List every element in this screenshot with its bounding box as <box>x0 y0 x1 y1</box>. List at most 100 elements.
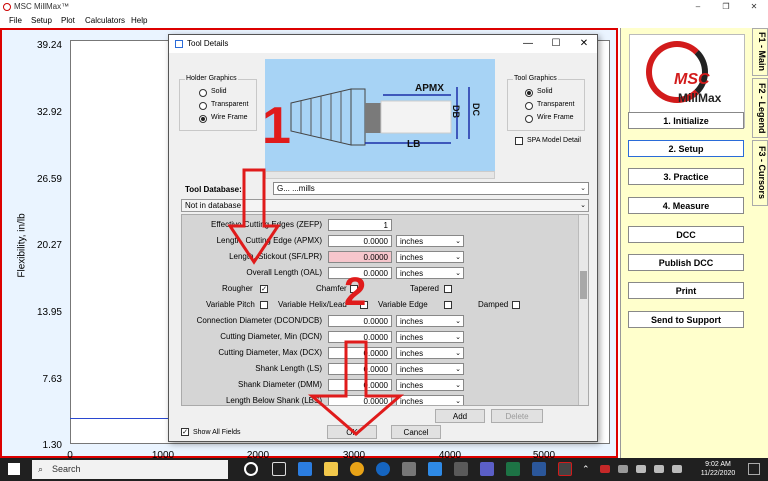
initialize-button[interactable]: 1. Initialize <box>628 112 744 129</box>
rougher-checkbox[interactable]: ✓ <box>260 285 268 293</box>
dcn-unit-select[interactable]: inches ⌄ <box>396 331 464 343</box>
chevron-down-icon: ⌄ <box>580 185 586 192</box>
dcon-unit-select[interactable]: inches ⌄ <box>396 315 464 327</box>
variable-helix-checkbox[interactable] <box>360 301 368 309</box>
damped-checkbox[interactable] <box>512 301 520 309</box>
teams-icon[interactable] <box>480 462 494 476</box>
network-icon[interactable] <box>636 465 646 473</box>
browser-icon[interactable] <box>376 462 390 476</box>
ls-input[interactable]: 0.0000 <box>328 363 392 375</box>
publish-dcc-button[interactable]: Publish DCC <box>628 254 744 271</box>
tab-legend[interactable]: F2 - Legend <box>752 78 768 138</box>
taskbar-clock[interactable]: 9:02 AM 11/22/2020 <box>696 460 740 478</box>
delete-button[interactable]: Delete <box>491 409 543 423</box>
app-icon[interactable] <box>454 462 468 476</box>
unit-value: inches <box>400 269 424 278</box>
clock-time: 9:02 AM <box>705 461 731 468</box>
menu-plot[interactable]: Plot <box>61 14 75 28</box>
lbs-input[interactable]: 0.0000 <box>328 395 392 405</box>
scroll-thumb[interactable] <box>580 271 587 299</box>
tool-transparent-radio[interactable] <box>525 102 533 110</box>
minimize-button[interactable]: – <box>684 0 712 14</box>
tool-database-select[interactable]: G... ...mills ⌄ <box>273 182 589 195</box>
menu-help[interactable]: Help <box>131 14 147 28</box>
variable-helix-label: Variable Helix/Lead <box>278 300 347 309</box>
wifi-icon[interactable] <box>654 465 664 473</box>
lbs-unit-select[interactable]: inches ⌄ <box>396 395 464 405</box>
chevron-down-icon: ⌄ <box>455 334 461 341</box>
tapered-checkbox[interactable] <box>444 285 452 293</box>
cortana-icon[interactable] <box>244 462 258 476</box>
variable-pitch-checkbox[interactable] <box>260 301 268 309</box>
taskbar-search[interactable]: ⌕ Search <box>32 460 228 479</box>
cancel-button[interactable]: Cancel <box>391 425 441 439</box>
excel-icon[interactable] <box>506 462 520 476</box>
variable-edge-checkbox[interactable] <box>444 301 452 309</box>
holder-solid-radio[interactable] <box>199 89 207 97</box>
chevron-down-icon: ⌄ <box>455 366 461 373</box>
dcon-input[interactable]: 0.0000 <box>328 315 392 327</box>
tool-solid-radio[interactable] <box>525 89 533 97</box>
edge-icon[interactable] <box>298 462 312 476</box>
dialog-maximize-button[interactable]: ☐ <box>543 35 569 53</box>
chevron-up-icon[interactable]: ⌃ <box>582 464 590 475</box>
dialog-minimize-button[interactable]: — <box>515 35 541 53</box>
show-all-fields-checkbox[interactable]: ✓ <box>181 428 189 436</box>
practice-button[interactable]: 3. Practice <box>628 168 744 185</box>
holder-wireframe-radio[interactable] <box>199 115 207 123</box>
close-button[interactable]: ✕ <box>740 0 768 14</box>
dcx-unit-select[interactable]: inches ⌄ <box>396 347 464 359</box>
task-view-icon[interactable] <box>272 462 286 476</box>
menu-calculators[interactable]: Calculators <box>85 14 125 28</box>
spa-model-detail-checkbox[interactable] <box>515 137 523 145</box>
millmax-taskbar-icon[interactable] <box>558 462 572 476</box>
dialog-close-button[interactable]: ✕ <box>571 35 597 53</box>
dmm-unit-select[interactable]: inches ⌄ <box>396 379 464 391</box>
chevron-down-icon: ⌄ <box>455 270 461 277</box>
holder-transparent-radio[interactable] <box>199 102 207 110</box>
holder-solid-label: Solid <box>211 88 227 95</box>
notification-icon[interactable] <box>748 463 760 475</box>
app-icon[interactable] <box>428 462 442 476</box>
zefp-input[interactable]: 1 <box>328 219 392 231</box>
volume-icon[interactable] <box>672 465 682 473</box>
tab-cursors[interactable]: F3 - Cursors <box>752 140 768 206</box>
add-button[interactable]: Add <box>435 409 485 423</box>
dcc-button[interactable]: DCC <box>628 226 744 243</box>
maximize-button[interactable]: ❐ <box>712 0 740 14</box>
tray-icon[interactable] <box>618 465 628 473</box>
clock-date: 11/22/2020 <box>700 470 736 477</box>
dcx-input[interactable]: 0.0000 <box>328 347 392 359</box>
menu-file[interactable]: File <box>9 14 22 28</box>
ok-button[interactable]: OK <box>327 425 377 439</box>
property-scrollbar[interactable] <box>578 215 588 405</box>
print-button[interactable]: Print <box>628 282 744 299</box>
search-placeholder: Search <box>52 464 81 474</box>
row-label: Cutting Diameter, Max (DCX) <box>218 348 322 357</box>
stickout-unit-select[interactable]: inches ⌄ <box>396 251 464 263</box>
dcn-input[interactable]: 0.0000 <box>328 331 392 343</box>
send-to-support-button[interactable]: Send to Support <box>628 311 744 328</box>
not-in-database-select[interactable]: Not in database ⌄ <box>181 199 589 212</box>
windows-start-icon[interactable] <box>8 463 20 475</box>
oal-input[interactable]: 0.0000 <box>328 267 392 279</box>
settings-icon[interactable] <box>402 462 416 476</box>
preview-scrollbar[interactable] <box>265 171 495 179</box>
menu-setup[interactable]: Setup <box>31 14 52 28</box>
tool-wireframe-radio[interactable] <box>525 115 533 123</box>
holder-transparent-label: Transparent <box>211 101 249 108</box>
measure-button[interactable]: 4. Measure <box>628 197 744 214</box>
dmm-input[interactable]: 0.0000 <box>328 379 392 391</box>
file-explorer-icon[interactable] <box>324 462 338 476</box>
chamfer-checkbox[interactable] <box>350 285 358 293</box>
apmx-unit-select[interactable]: inches ⌄ <box>396 235 464 247</box>
oal-unit-select[interactable]: inches ⌄ <box>396 267 464 279</box>
word-icon[interactable] <box>532 462 546 476</box>
ls-unit-select[interactable]: inches ⌄ <box>396 363 464 375</box>
apmx-input[interactable]: 0.0000 <box>328 235 392 247</box>
tray-icon[interactable] <box>600 465 610 473</box>
chrome-icon[interactable] <box>350 462 364 476</box>
stickout-input[interactable]: 0.0000 <box>328 251 392 263</box>
tab-main[interactable]: F1 - Main <box>752 28 768 76</box>
setup-button[interactable]: 2. Setup <box>628 140 744 157</box>
